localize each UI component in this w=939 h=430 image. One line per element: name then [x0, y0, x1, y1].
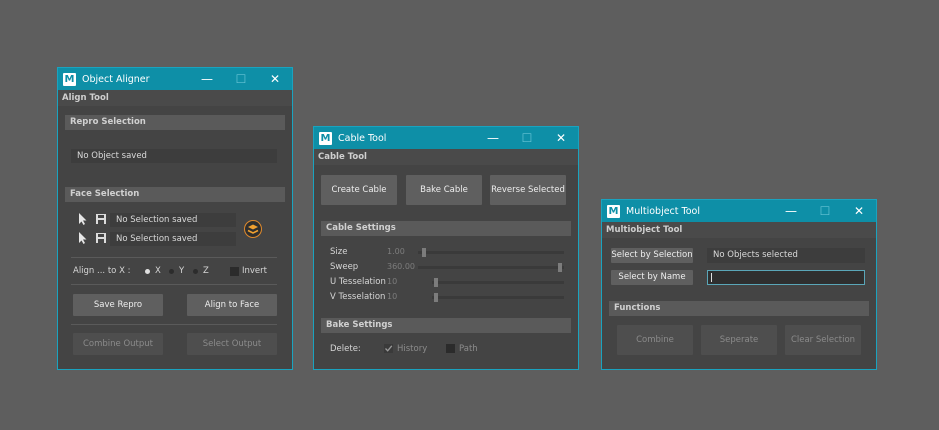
save-disk-icon[interactable]	[96, 233, 106, 243]
combine-button[interactable]: Combine	[617, 325, 693, 355]
cursor-pick-icon[interactable]	[78, 232, 88, 244]
history-checkbox[interactable]	[384, 344, 393, 353]
repro-section-header[interactable]: Repro Selection	[65, 115, 285, 130]
cursor-pick-icon[interactable]	[78, 213, 88, 225]
combine-output-button[interactable]: Combine Output	[73, 333, 163, 355]
u-tesselation-slider-handle[interactable]	[434, 278, 438, 287]
checkmark-icon	[385, 345, 393, 352]
bake-settings-header[interactable]: Bake Settings	[321, 318, 571, 333]
minimize-button[interactable]: —	[774, 204, 808, 218]
sweep-label: Sweep	[330, 262, 359, 272]
text-caret	[711, 273, 712, 282]
tool-menu-label: Multiobject Tool	[602, 222, 876, 238]
sweep-slider-handle[interactable]	[558, 263, 562, 272]
titlebar[interactable]: M Cable Tool — ☐ ✕	[314, 127, 578, 149]
v-tesselation-slider-track[interactable]	[432, 296, 564, 299]
select-by-selection-button[interactable]: Select by Selection	[611, 248, 693, 263]
multiobject-tool-window: M Multiobject Tool — ☐ ✕ Multiobject Too…	[601, 199, 877, 370]
tool-menu-label: Cable Tool	[314, 149, 578, 165]
window-title: Multiobject Tool	[626, 205, 700, 217]
swap-selection-icon[interactable]	[244, 220, 262, 238]
select-by-name-button[interactable]: Select by Name	[611, 270, 693, 285]
axis-y-label: Y	[179, 266, 185, 276]
align-axis-label: Align ... to X :	[73, 266, 131, 276]
titlebar[interactable]: M Multiobject Tool — ☐ ✕	[602, 200, 876, 222]
object-aligner-window: M Object Aligner — ☐ ✕ Align Tool Repro …	[57, 67, 293, 370]
minimize-button[interactable]: —	[476, 131, 510, 145]
maximize-button[interactable]: ☐	[224, 72, 258, 86]
v-tesselation-label: V Tesselation	[330, 292, 386, 302]
app-logo-icon: M	[607, 204, 620, 218]
u-tesselation-label: U Tesselation	[330, 277, 386, 287]
save-repro-button[interactable]: Save Repro	[73, 294, 163, 316]
reverse-selected-button[interactable]: Reverse Selected	[490, 175, 566, 205]
objects-status-field: No Objects selected	[707, 248, 865, 263]
divider	[71, 257, 277, 258]
face-selection-field-1: No Selection saved	[110, 213, 236, 227]
functions-section-header[interactable]: Functions	[609, 301, 869, 316]
maximize-button[interactable]: ☐	[510, 131, 544, 145]
size-slider-handle[interactable]	[422, 248, 426, 257]
divider	[71, 284, 277, 285]
repro-object-field: No Object saved	[71, 149, 277, 163]
history-label: History	[397, 344, 428, 354]
v-tesselation-slider-handle[interactable]	[434, 293, 438, 302]
invert-checkbox[interactable]	[230, 267, 239, 276]
divider	[71, 324, 277, 325]
app-logo-icon: M	[63, 72, 76, 86]
create-cable-button[interactable]: Create Cable	[321, 175, 397, 205]
axis-x-label: X	[155, 266, 161, 276]
cable-settings-header[interactable]: Cable Settings	[321, 221, 571, 236]
titlebar[interactable]: M Object Aligner — ☐ ✕	[58, 68, 292, 90]
window-title: Cable Tool	[338, 132, 387, 144]
tool-menu-label: Align Tool	[58, 90, 292, 106]
face-section-header[interactable]: Face Selection	[65, 187, 285, 202]
size-slider-track[interactable]	[418, 251, 564, 254]
seperate-button[interactable]: Seperate	[701, 325, 777, 355]
u-tesselation-slider-track[interactable]	[432, 281, 564, 284]
u-tesselation-value[interactable]: 10	[384, 276, 418, 288]
size-value[interactable]: 1.00	[384, 246, 418, 258]
bake-cable-button[interactable]: Bake Cable	[406, 175, 482, 205]
size-label: Size	[330, 247, 348, 257]
app-logo-icon: M	[319, 131, 332, 145]
path-label: Path	[459, 344, 478, 354]
minimize-button[interactable]: —	[190, 72, 224, 86]
name-input[interactable]	[707, 270, 865, 285]
path-checkbox[interactable]	[446, 344, 455, 353]
select-output-button[interactable]: Select Output	[187, 333, 277, 355]
maximize-button[interactable]: ☐	[808, 204, 842, 218]
sweep-slider-track[interactable]	[418, 266, 564, 269]
save-disk-icon[interactable]	[96, 214, 106, 224]
sweep-value[interactable]: 360.00	[384, 261, 418, 273]
axis-z-radio[interactable]	[193, 269, 198, 274]
close-button[interactable]: ✕	[842, 204, 876, 218]
invert-label: Invert	[242, 266, 267, 276]
cable-tool-window: M Cable Tool — ☐ ✕ Cable Tool Create Cab…	[313, 126, 579, 370]
window-title: Object Aligner	[82, 73, 150, 85]
close-button[interactable]: ✕	[544, 131, 578, 145]
axis-y-radio[interactable]	[169, 269, 174, 274]
face-selection-field-2: No Selection saved	[110, 232, 236, 246]
axis-z-label: Z	[203, 266, 209, 276]
delete-label: Delete:	[330, 344, 361, 354]
align-to-face-button[interactable]: Align to Face	[187, 294, 277, 316]
clear-selection-button[interactable]: Clear Selection	[785, 325, 861, 355]
v-tesselation-value[interactable]: 10	[384, 291, 418, 303]
close-button[interactable]: ✕	[258, 72, 292, 86]
axis-x-radio[interactable]	[145, 269, 150, 274]
